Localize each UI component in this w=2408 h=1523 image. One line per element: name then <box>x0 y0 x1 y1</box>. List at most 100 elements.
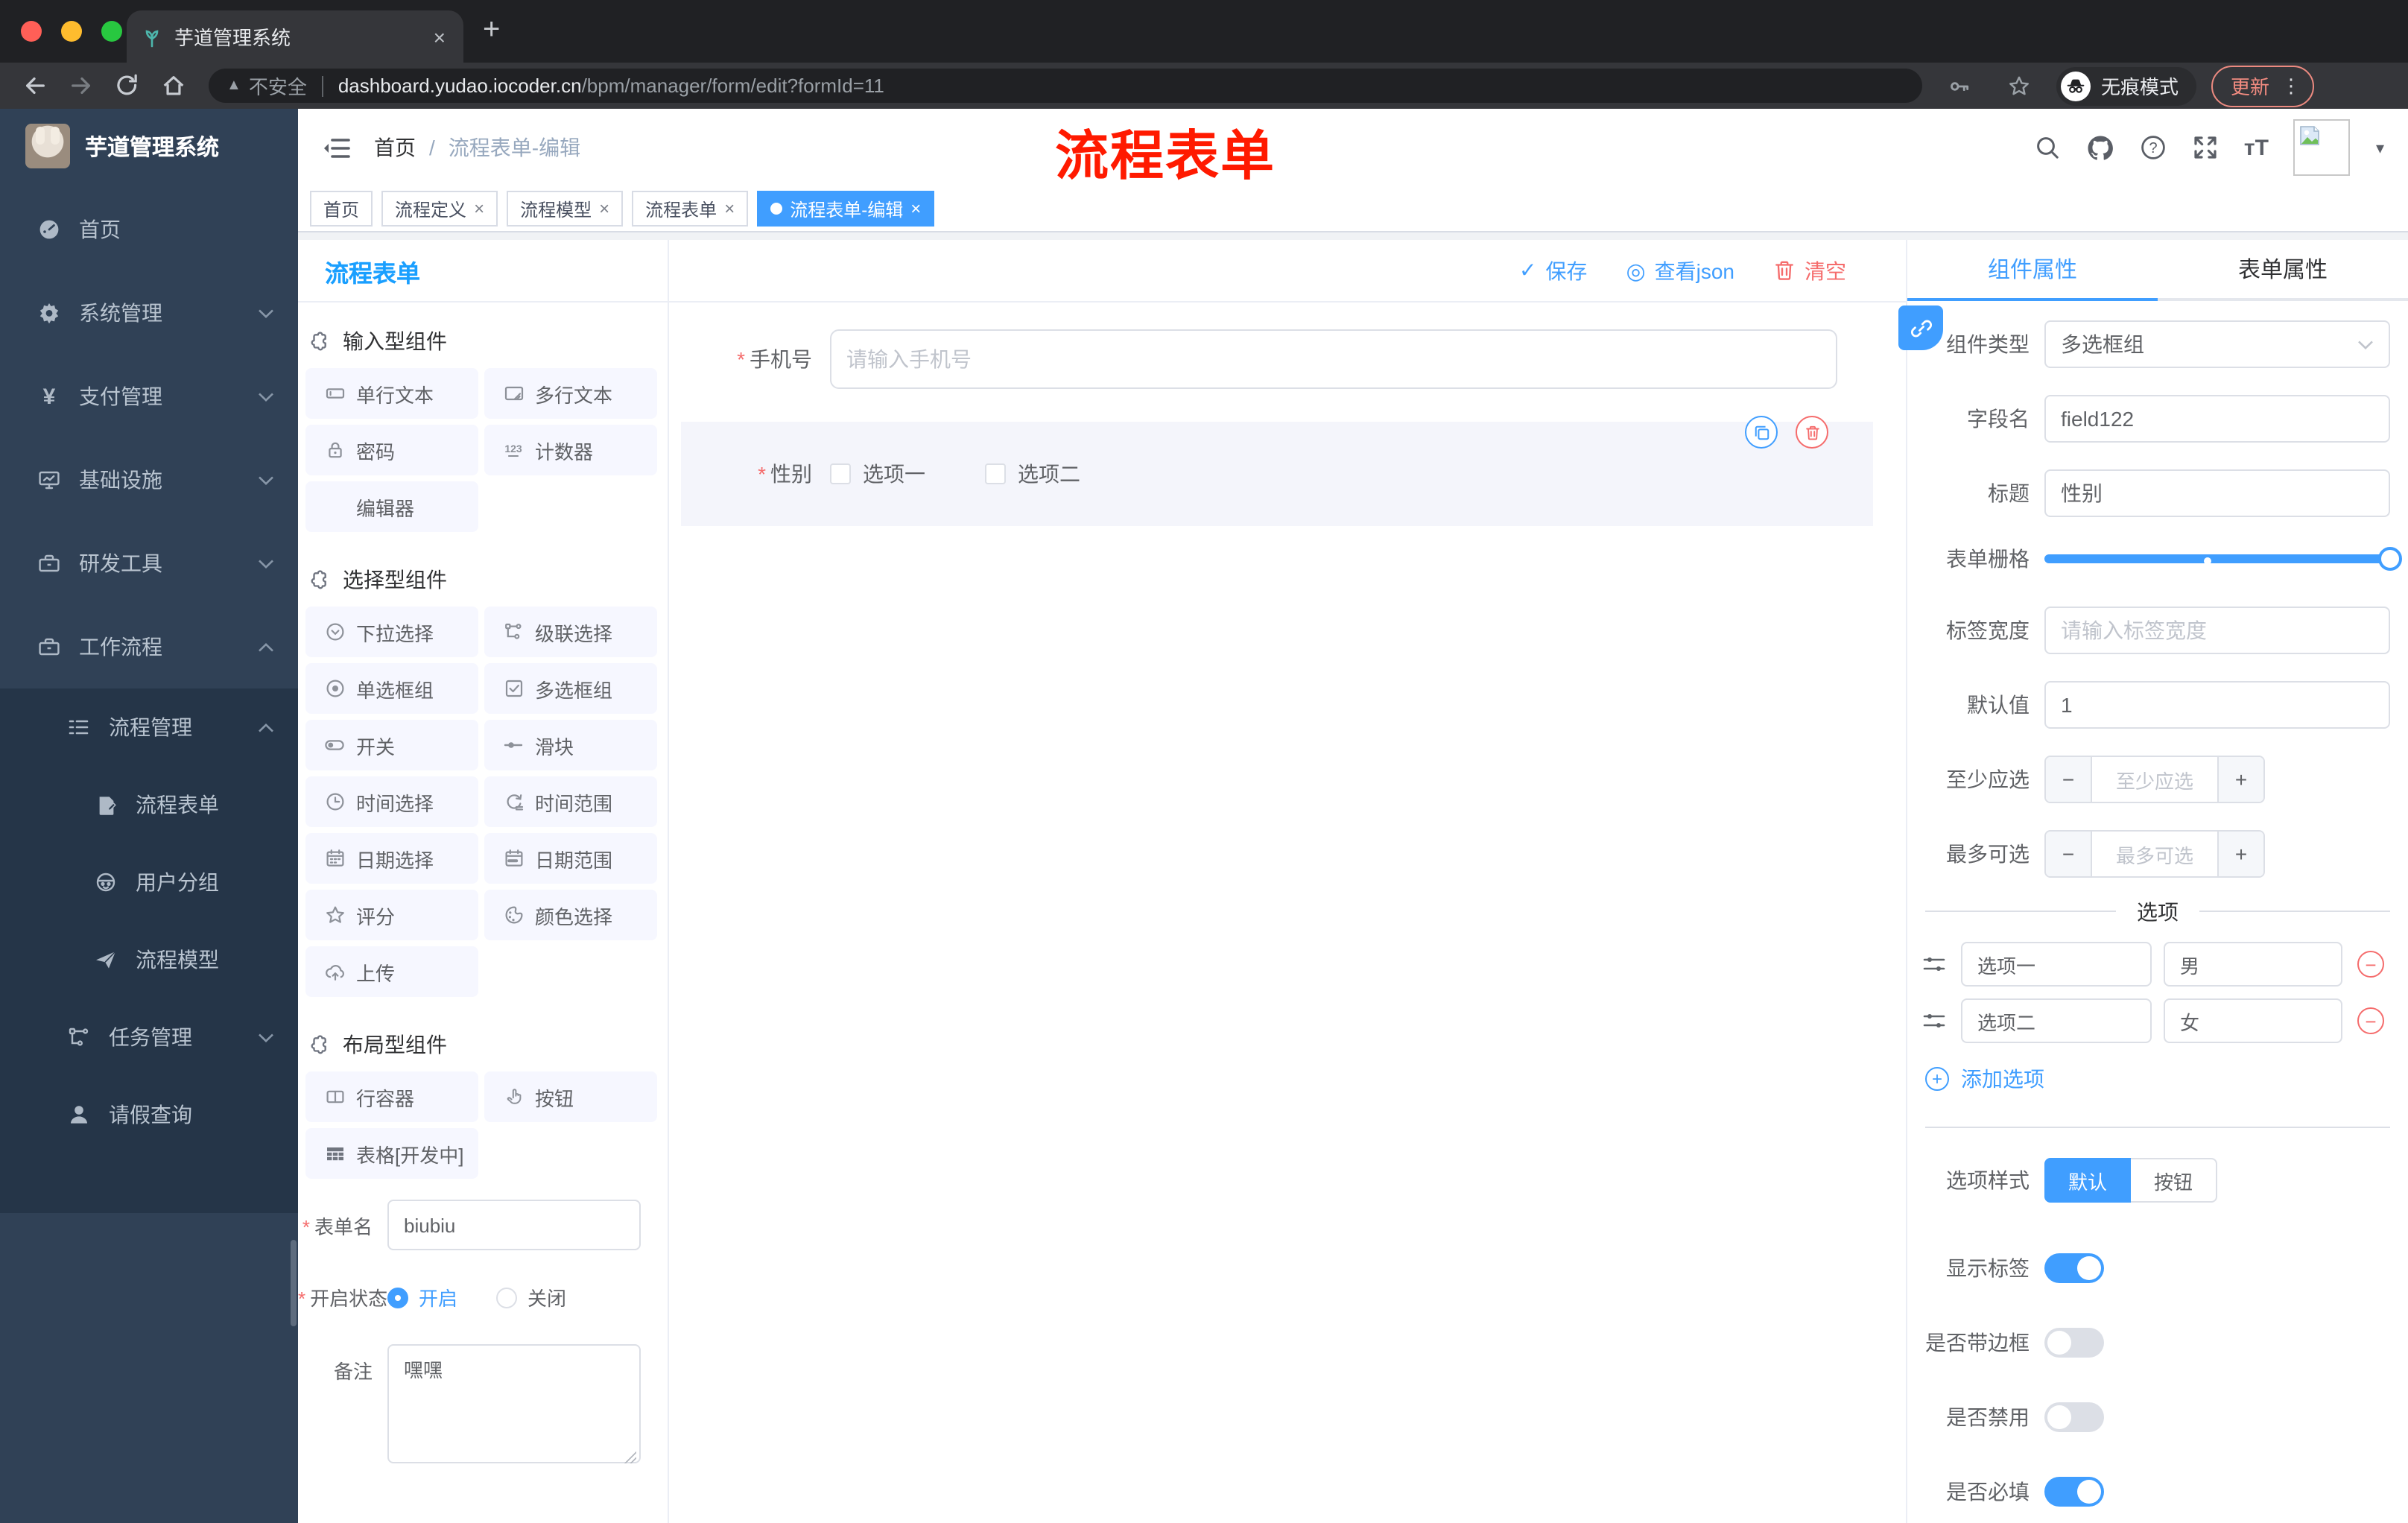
status-on-radio[interactable]: 开启 <box>387 1283 457 1311</box>
sidebar-scrollbar[interactable] <box>291 1240 297 1326</box>
option-value-input[interactable] <box>2164 942 2342 987</box>
min-select-value[interactable]: 至少应选 <box>2092 757 2217 802</box>
title-input[interactable] <box>2044 469 2390 517</box>
window-close-button[interactable] <box>21 21 42 42</box>
url-bar[interactable]: ▲ 不安全 dashboard.yudao.iocoder.cn/bpm/man… <box>209 69 1922 103</box>
tag-home[interactable]: 首页 <box>310 191 373 227</box>
drag-handle-icon[interactable] <box>1922 1010 1946 1031</box>
field-name-input[interactable] <box>2044 395 2390 443</box>
stepper-decrease-button[interactable]: − <box>2046 757 2092 802</box>
palette-item-time-range[interactable]: 时间范围 <box>484 776 657 827</box>
option-label-input[interactable] <box>1961 998 2152 1043</box>
form-remark-textarea[interactable]: 嘿嘿 <box>387 1344 641 1463</box>
avatar-broken-image[interactable] <box>2293 119 2351 176</box>
disabled-switch[interactable] <box>2044 1402 2104 1432</box>
tag-close-icon[interactable]: × <box>474 198 484 219</box>
palette-item-time-picker[interactable]: 时间选择 <box>305 776 478 827</box>
browser-menu-icon[interactable]: ⋮ <box>2281 74 2301 98</box>
form-name-input[interactable] <box>387 1200 641 1250</box>
tab-close-icon[interactable]: × <box>431 25 449 48</box>
sidebar-item-process-form[interactable]: 流程表单 <box>0 766 298 843</box>
forward-icon[interactable] <box>69 73 94 98</box>
window-minimize-button[interactable] <box>61 21 82 42</box>
palette-item-radio-group[interactable]: 单选框组 <box>305 663 478 714</box>
sidebar-item-user-groups[interactable]: 用户分组 <box>0 843 298 921</box>
font-size-icon[interactable]: тT <box>2244 135 2269 160</box>
required-switch[interactable] <box>2044 1477 2104 1507</box>
back-icon[interactable] <box>22 73 48 98</box>
palette-item-single-text[interactable]: 单行文本 <box>305 368 478 419</box>
breadcrumb-home[interactable]: 首页 <box>374 133 416 162</box>
palette-item-color-picker[interactable]: 颜色选择 <box>484 890 657 940</box>
copy-component-button[interactable] <box>1745 416 1778 449</box>
tag-close-icon[interactable]: × <box>599 198 609 219</box>
remove-option-button[interactable]: − <box>2357 951 2384 978</box>
palette-item-table[interactable]: 表格[开发中] <box>305 1128 478 1179</box>
palette-item-date-picker[interactable]: 日期选择 <box>305 833 478 884</box>
form-grid-slider[interactable] <box>2044 547 2402 571</box>
sidebar-item-leave-query[interactable]: 请假查询 <box>0 1076 298 1153</box>
browser-tab[interactable]: 芋道管理系统 × <box>127 10 463 63</box>
help-icon[interactable]: ? <box>2140 134 2167 161</box>
sidebar-fold-icon[interactable] <box>322 136 350 159</box>
palette-item-counter[interactable]: 123 计数器 <box>484 425 657 475</box>
link-chain-button[interactable] <box>1898 305 1943 350</box>
view-json-button[interactable]: ◎ 查看json <box>1626 256 1734 285</box>
palette-item-switch[interactable]: 开关 <box>305 720 478 770</box>
search-icon[interactable] <box>2034 134 2061 161</box>
palette-item-select[interactable]: 下拉选择 <box>305 607 478 657</box>
label-width-input[interactable] <box>2044 607 2390 654</box>
new-tab-button[interactable]: + <box>483 15 500 45</box>
palette-item-editor[interactable]: 编辑器 <box>305 481 478 532</box>
tag-process-model[interactable]: 流程模型 × <box>507 191 624 227</box>
sidebar-item-task-management[interactable]: 任务管理 <box>0 998 298 1076</box>
window-zoom-button[interactable] <box>101 21 122 42</box>
sidebar-item-process-model[interactable]: 流程模型 <box>0 921 298 998</box>
border-switch[interactable] <box>2044 1328 2104 1358</box>
show-label-switch[interactable] <box>2044 1253 2104 1283</box>
phone-input[interactable] <box>830 329 1837 389</box>
palette-item-slider[interactable]: 滑块 <box>484 720 657 770</box>
update-button[interactable]: 更新 ⋮ <box>2211 65 2315 107</box>
sidebar-item-home[interactable]: 首页 <box>0 188 298 271</box>
palette-item-multi-text[interactable]: 多行文本 <box>484 368 657 419</box>
tag-close-icon[interactable]: × <box>724 198 735 219</box>
slider-handle[interactable] <box>2378 547 2402 571</box>
drag-handle-icon[interactable] <box>1922 954 1946 975</box>
sidebar-item-system[interactable]: 系统管理 <box>0 271 298 355</box>
tag-process-form-edit[interactable]: 流程表单-编辑 × <box>757 191 935 227</box>
style-button-button[interactable]: 按钮 <box>2131 1158 2217 1203</box>
default-value-input[interactable] <box>2044 681 2390 729</box>
sidebar-item-payment[interactable]: ¥ 支付管理 <box>0 355 298 438</box>
remove-option-button[interactable]: − <box>2357 1007 2384 1034</box>
add-option-button[interactable]: + 添加选项 <box>1925 1064 2408 1094</box>
sidebar-item-workflow[interactable]: 工作流程 <box>0 605 298 688</box>
sidebar-item-infra[interactable]: 基础设施 <box>0 438 298 522</box>
stepper-decrease-button[interactable]: − <box>2046 832 2092 876</box>
palette-item-button[interactable]: 按钮 <box>484 1071 657 1122</box>
palette-item-date-range[interactable]: 日期范围 <box>484 833 657 884</box>
tag-process-definition[interactable]: 流程定义 × <box>381 191 498 227</box>
palette-item-password[interactable]: 密码 <box>305 425 478 475</box>
delete-component-button[interactable] <box>1796 416 1828 449</box>
style-default-button[interactable]: 默认 <box>2044 1158 2131 1203</box>
selected-component-gender[interactable]: * 性别 选项一 选项二 <box>681 416 1873 526</box>
sidebar-item-process-management[interactable]: 流程管理 <box>0 688 298 766</box>
palette-item-checkbox-group[interactable]: 多选框组 <box>484 663 657 714</box>
password-key-icon[interactable] <box>1948 74 1971 98</box>
sidebar-item-devtools[interactable]: 研发工具 <box>0 522 298 605</box>
stepper-increase-button[interactable]: + <box>2217 832 2263 876</box>
textarea-resize-handle[interactable] <box>623 1450 636 1463</box>
tab-component-props[interactable]: 组件属性 <box>1907 240 2158 298</box>
save-button[interactable]: ✓ 保存 <box>1519 256 1587 285</box>
gender-option2-checkbox[interactable]: 选项二 <box>985 459 1080 489</box>
component-type-select[interactable]: 多选框组 <box>2044 320 2390 368</box>
palette-item-upload[interactable]: 上传 <box>305 946 478 997</box>
gender-option1-checkbox[interactable]: 选项一 <box>830 459 925 489</box>
status-off-radio[interactable]: 关闭 <box>496 1283 566 1311</box>
option-label-input[interactable] <box>1961 942 2152 987</box>
canvas-body[interactable]: *手机号 *性别 <box>669 303 1906 1523</box>
clear-button[interactable]: 清空 <box>1773 256 1846 285</box>
github-icon[interactable] <box>2086 133 2114 162</box>
stepper-increase-button[interactable]: + <box>2217 757 2263 802</box>
